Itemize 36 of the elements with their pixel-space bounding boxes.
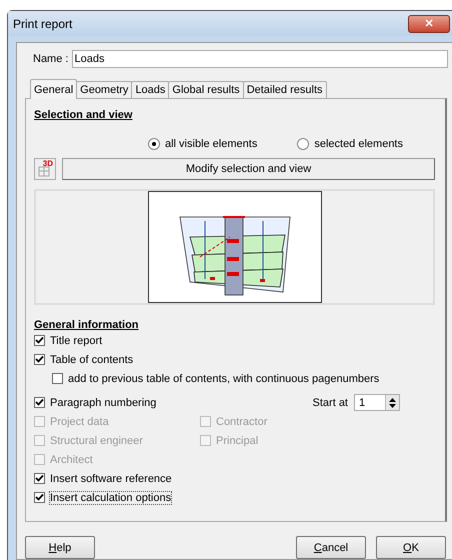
name-label: Name : <box>33 53 68 65</box>
dialog-button[interactable]: OK <box>376 536 446 559</box>
section-heading: Selection and view <box>34 109 132 121</box>
radio-label: all visible elements <box>165 138 258 150</box>
checkbox[interactable] <box>52 373 63 384</box>
checkbox[interactable] <box>34 354 45 365</box>
start-number-spinner[interactable]: 1 <box>354 394 400 411</box>
checkbox-label: Table of contents <box>50 354 134 366</box>
tab[interactable]: General <box>30 79 78 99</box>
checkbox-label: Contractor <box>216 416 268 428</box>
name-field[interactable]: Loads <box>72 50 448 68</box>
checkbox-label: Project data <box>50 416 109 428</box>
window-title: Print report <box>13 16 72 30</box>
view-3d-button[interactable]: 3D <box>34 158 56 180</box>
tab[interactable]: Detailed results <box>242 81 327 98</box>
checkbox[interactable] <box>34 473 45 484</box>
checkbox[interactable] <box>34 397 45 408</box>
checkbox-label: Insert software reference <box>50 472 172 484</box>
checkbox-label: add to previous table of contents, with continuous pagenumbers <box>68 372 380 384</box>
section-heading: General information <box>34 319 139 331</box>
radio-button[interactable] <box>297 138 310 150</box>
checkbox[interactable] <box>34 492 45 503</box>
checkbox-label: Insert calculation options <box>50 492 172 504</box>
dialog-button[interactable]: Help <box>25 536 95 559</box>
dialog-button[interactable]: Cancel <box>296 536 366 559</box>
checkbox-label: Structural engineer <box>50 434 143 446</box>
tab[interactable]: Geometry <box>76 81 132 98</box>
radio-label: selected elements <box>314 138 403 150</box>
checkbox-label: Architect <box>50 454 93 466</box>
checkbox-label: Principal <box>216 434 258 446</box>
radio-button[interactable] <box>148 138 160 150</box>
start-at-label: Start at <box>312 396 348 408</box>
checkbox[interactable] <box>34 335 45 346</box>
checkbox-label: Title report <box>50 334 102 346</box>
modify-selection-button[interactable]: Modify selection and view <box>62 158 435 180</box>
checkbox-label: Paragraph numbering <box>50 396 156 408</box>
